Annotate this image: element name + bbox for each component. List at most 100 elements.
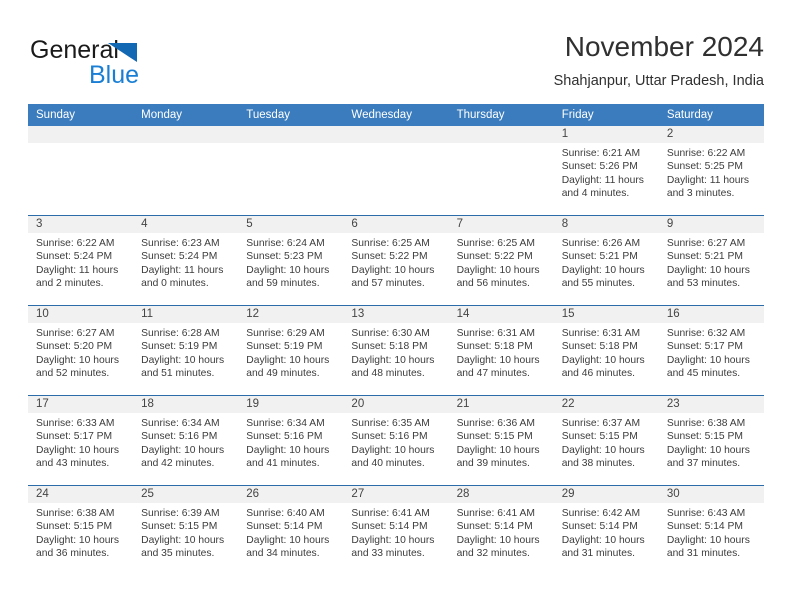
calendar-day-cell-empty xyxy=(238,126,344,215)
sunset-text: Sunset: 5:24 PM xyxy=(141,251,218,263)
calendar-day-cell[interactable]: 15 Sunrise: 6:31 AM Sunset: 5:18 PM Dayligh… xyxy=(553,306,659,395)
calendar-day-cell[interactable]: 16 Sunrise: 6:32 AM Sunset: 5:17 PM Dayligh… xyxy=(658,306,764,395)
day-number: 26 xyxy=(238,486,344,503)
calendar-day-cell[interactable]: 28 Sunrise: 6:41 AM Sunset: 5:14 PM Dayligh… xyxy=(448,486,554,575)
calendar-day-cell[interactable]: 9 Sunrise: 6:27 AM Sunset: 5:21 PM Daylight… xyxy=(658,216,764,305)
day-number xyxy=(448,126,554,143)
day-number xyxy=(133,126,239,143)
sunrise-text: Sunrise: 6:35 AM xyxy=(351,418,430,429)
sunset-text: Sunset: 5:20 PM xyxy=(36,341,113,353)
calendar-day-cell[interactable]: 25 Sunrise: 6:39 AM Sunset: 5:15 PM Dayligh… xyxy=(133,486,239,575)
day-sun-info: Sunrise: 6:28 AM Sunset: 5:19 PM Daylight:… xyxy=(133,323,238,381)
sunrise-text: Sunrise: 6:29 AM xyxy=(246,328,325,339)
calendar-day-cell[interactable]: 18 Sunrise: 6:34 AM Sunset: 5:16 PM Dayligh… xyxy=(133,396,239,485)
sunset-text: Sunset: 5:18 PM xyxy=(351,341,428,353)
sunset-text: Sunset: 5:19 PM xyxy=(246,341,323,353)
calendar-day-cell[interactable]: 11 Sunrise: 6:28 AM Sunset: 5:19 PM Dayligh… xyxy=(133,306,239,395)
day-sun-info: Sunrise: 6:21 AM Sunset: 5:26 PM Daylight:… xyxy=(554,143,659,201)
calendar-day-cell[interactable]: 22 Sunrise: 6:37 AM Sunset: 5:15 PM Dayligh… xyxy=(553,396,659,485)
calendar-day-cell[interactable]: 3 Sunrise: 6:22 AM Sunset: 5:24 PM Daylight… xyxy=(28,216,134,305)
day-sun-info: Sunrise: 6:22 AM Sunset: 5:25 PM Daylight:… xyxy=(659,143,764,201)
calendar-day-cell[interactable]: 6 Sunrise: 6:25 AM Sunset: 5:22 PM Daylight… xyxy=(343,216,449,305)
calendar-grid: Sunday Monday Tuesday Wednesday Thursday… xyxy=(28,104,764,575)
daylight-text: Daylight: 10 hours and 45 minutes. xyxy=(666,354,750,380)
calendar-day-cell[interactable]: 10 Sunrise: 6:27 AM Sunset: 5:20 PM Dayligh… xyxy=(28,306,134,395)
sunset-text: Sunset: 5:18 PM xyxy=(561,341,638,353)
daylight-text: Daylight: 10 hours and 31 minutes. xyxy=(561,534,645,560)
calendar-day-cell[interactable]: 30 Sunrise: 6:43 AM Sunset: 5:14 PM Dayligh… xyxy=(658,486,764,575)
sunset-text: Sunset: 5:21 PM xyxy=(561,251,638,263)
sunset-text: Sunset: 5:26 PM xyxy=(561,161,638,173)
triangle-icon xyxy=(108,43,137,62)
sunrise-text: Sunrise: 6:23 AM xyxy=(141,238,220,249)
day-sun-info: Sunrise: 6:36 AM Sunset: 5:15 PM Daylight:… xyxy=(449,413,554,471)
day-number xyxy=(343,126,449,143)
calendar-page: General Blue November 2024 Shahjanpur, U… xyxy=(0,0,792,612)
weekday-header-row: Sunday Monday Tuesday Wednesday Thursday… xyxy=(28,104,764,126)
weekday-saturday: Saturday xyxy=(666,109,713,121)
daylight-text: Daylight: 10 hours and 37 minutes. xyxy=(666,444,750,470)
calendar-day-cell[interactable]: 7 Sunrise: 6:25 AM Sunset: 5:22 PM Daylight… xyxy=(448,216,554,305)
day-number: 8 xyxy=(553,216,659,233)
sunrise-text: Sunrise: 6:33 AM xyxy=(36,418,115,429)
calendar-day-cell[interactable]: 29 Sunrise: 6:42 AM Sunset: 5:14 PM Dayligh… xyxy=(553,486,659,575)
day-number: 4 xyxy=(133,216,239,233)
sunset-text: Sunset: 5:14 PM xyxy=(351,521,428,533)
sunrise-text: Sunrise: 6:38 AM xyxy=(666,418,746,429)
sunset-text: Sunset: 5:19 PM xyxy=(141,341,218,353)
sunset-text: Sunset: 5:15 PM xyxy=(141,521,218,533)
page-title: November 2024 xyxy=(564,31,764,62)
day-number: 19 xyxy=(238,396,344,413)
calendar-day-cell[interactable]: 8 Sunrise: 6:26 AM Sunset: 5:21 PM Daylight… xyxy=(553,216,659,305)
weekday-sunday: Sunday xyxy=(36,109,76,121)
day-number: 30 xyxy=(658,486,764,503)
day-sun-info: Sunrise: 6:41 AM Sunset: 5:14 PM Daylight:… xyxy=(343,503,448,561)
day-sun-info: Sunrise: 6:37 AM Sunset: 5:15 PM Daylight:… xyxy=(554,413,659,471)
day-number: 3 xyxy=(28,216,134,233)
sunrise-text: Sunrise: 6:31 AM xyxy=(456,328,535,339)
day-sun-info: Sunrise: 6:41 AM Sunset: 5:14 PM Daylight:… xyxy=(449,503,554,561)
brand-logo[interactable]: General Blue xyxy=(30,36,210,94)
daylight-text: Daylight: 10 hours and 57 minutes. xyxy=(351,264,435,290)
sunrise-text: Sunrise: 6:27 AM xyxy=(36,328,115,339)
calendar-weeks: 1 Sunrise: 6:21 AM Sunset: 5:26 PM Daylight… xyxy=(28,126,764,575)
calendar-day-cell[interactable]: 23 Sunrise: 6:38 AM Sunset: 5:15 PM Dayligh… xyxy=(658,396,764,485)
calendar-day-cell[interactable]: 4 Sunrise: 6:23 AM Sunset: 5:24 PM Daylight… xyxy=(133,216,239,305)
day-number xyxy=(28,126,134,143)
calendar-day-cell[interactable]: 21 Sunrise: 6:36 AM Sunset: 5:15 PM Dayligh… xyxy=(448,396,554,485)
daylight-text: Daylight: 11 hours and 3 minutes. xyxy=(666,174,750,200)
day-sun-info: Sunrise: 6:35 AM Sunset: 5:16 PM Daylight:… xyxy=(343,413,448,471)
day-sun-info: Sunrise: 6:34 AM Sunset: 5:16 PM Daylight:… xyxy=(133,413,238,471)
sunset-text: Sunset: 5:22 PM xyxy=(351,251,428,263)
calendar-day-cell[interactable]: 1 Sunrise: 6:21 AM Sunset: 5:26 PM Daylight… xyxy=(553,126,659,215)
weekday-tuesday: Tuesday xyxy=(246,109,290,121)
calendar-day-cell[interactable]: 19 Sunrise: 6:34 AM Sunset: 5:16 PM Dayligh… xyxy=(238,396,344,485)
calendar-day-cell[interactable]: 26 Sunrise: 6:40 AM Sunset: 5:14 PM Dayligh… xyxy=(238,486,344,575)
calendar-day-cell[interactable]: 20 Sunrise: 6:35 AM Sunset: 5:16 PM Dayligh… xyxy=(343,396,449,485)
sunrise-text: Sunrise: 6:27 AM xyxy=(666,238,746,249)
calendar-day-cell[interactable]: 14 Sunrise: 6:31 AM Sunset: 5:18 PM Dayligh… xyxy=(448,306,554,395)
day-sun-info: Sunrise: 6:22 AM Sunset: 5:24 PM Daylight:… xyxy=(28,233,133,291)
daylight-text: Daylight: 10 hours and 38 minutes. xyxy=(561,444,645,470)
calendar-day-cell[interactable]: 12 Sunrise: 6:29 AM Sunset: 5:19 PM Dayligh… xyxy=(238,306,344,395)
sunrise-text: Sunrise: 6:41 AM xyxy=(456,508,535,519)
day-number: 7 xyxy=(448,216,554,233)
day-sun-info: Sunrise: 6:25 AM Sunset: 5:22 PM Daylight:… xyxy=(449,233,554,291)
calendar-day-cell[interactable]: 17 Sunrise: 6:33 AM Sunset: 5:17 PM Dayligh… xyxy=(28,396,134,485)
day-number: 12 xyxy=(238,306,344,323)
daylight-text: Daylight: 10 hours and 32 minutes. xyxy=(456,534,540,560)
calendar-day-cell[interactable]: 13 Sunrise: 6:30 AM Sunset: 5:18 PM Dayligh… xyxy=(343,306,449,395)
sunset-text: Sunset: 5:14 PM xyxy=(666,521,743,533)
calendar-day-cell[interactable]: 27 Sunrise: 6:41 AM Sunset: 5:14 PM Dayligh… xyxy=(343,486,449,575)
calendar-week-row: 24 Sunrise: 6:38 AM Sunset: 5:15 PM Dayligh… xyxy=(28,485,764,575)
day-number: 17 xyxy=(28,396,134,413)
calendar-day-cell[interactable]: 2 Sunrise: 6:22 AM Sunset: 5:25 PM Daylight… xyxy=(658,126,764,215)
calendar-week-row: 10 Sunrise: 6:27 AM Sunset: 5:20 PM Dayligh… xyxy=(28,305,764,395)
daylight-text: Daylight: 10 hours and 33 minutes. xyxy=(351,534,435,560)
sunset-text: Sunset: 5:17 PM xyxy=(36,431,113,443)
calendar-day-cell-empty xyxy=(133,126,239,215)
calendar-day-cell[interactable]: 24 Sunrise: 6:38 AM Sunset: 5:15 PM Dayligh… xyxy=(28,486,134,575)
daylight-text: Daylight: 10 hours and 34 minutes. xyxy=(246,534,330,560)
calendar-day-cell[interactable]: 5 Sunrise: 6:24 AM Sunset: 5:23 PM Daylight… xyxy=(238,216,344,305)
sunrise-text: Sunrise: 6:25 AM xyxy=(456,238,535,249)
